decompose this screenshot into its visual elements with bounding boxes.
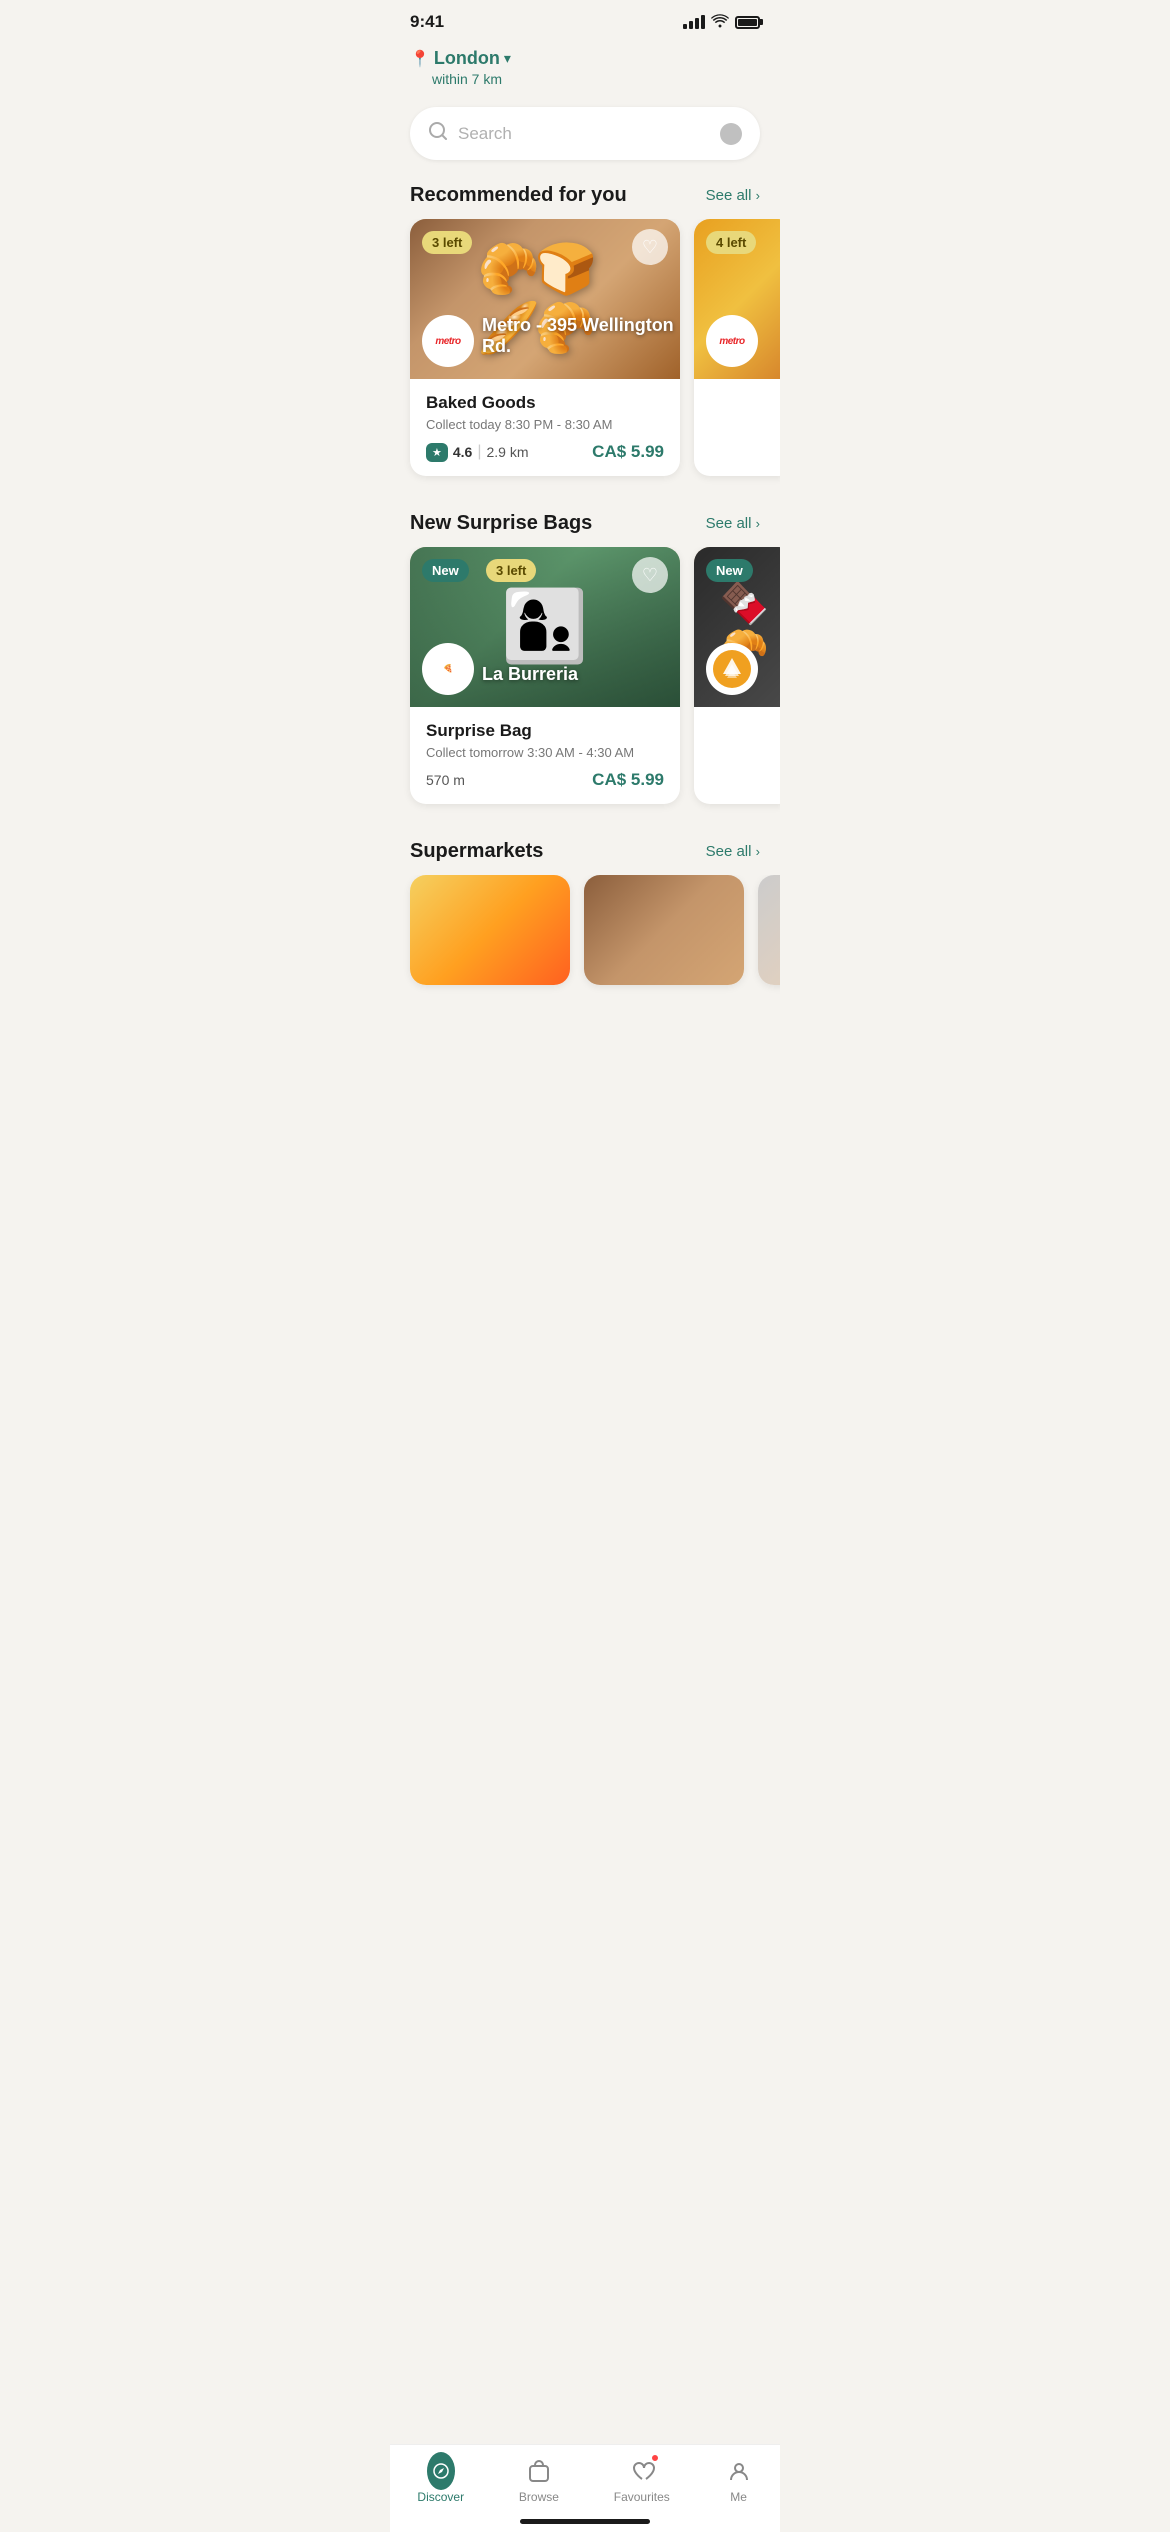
collect-time: Collect today 8:30 PM - 8:30 AM [426,417,664,432]
supermarket-image-1 [410,875,570,985]
status-time: 9:41 [410,12,444,32]
search-container: Search [390,99,780,176]
favourite-button[interactable]: ♡ [632,229,668,265]
battery-icon [735,16,760,29]
chevron-down-icon[interactable]: ▾ [504,50,511,67]
burreria-image: 👩‍👦 New 3 left ♡ 🍕 La Burreria [410,547,680,707]
new-badge-2: New [706,559,753,582]
nav-favourites[interactable]: Favourites [614,2457,670,2504]
rating-score: 4.6 [453,444,472,460]
discover-label: Discover [417,2490,464,2504]
item-title: Baked Goods [426,393,664,413]
metro-logo: metro [435,336,460,347]
items-left-badge: 3 left [422,231,472,254]
home-indicator [520,2519,650,2524]
microphone-icon[interactable] [720,123,742,145]
favourite-button-2[interactable]: ♡ [632,557,668,593]
supermarkets-section-header: Supermarkets See all › [390,832,780,875]
location-header: 📍 London ▾ within 7 km [390,40,780,99]
price: CA$ 5.99 [592,442,664,462]
me-label: Me [730,2490,747,2504]
nav-browse[interactable]: Browse [519,2457,559,2504]
search-bar[interactable]: Search [410,107,760,160]
location-city[interactable]: London [434,48,500,69]
pastel-image: New [694,547,780,707]
pastel-logo-inner [713,650,751,688]
items-left-badge-3: 3 left [486,559,536,582]
divider: | [477,443,481,461]
card-body-1: Baked Goods Collect today 8:30 PM - 8:30… [410,379,680,476]
me-icon-wrap [725,2457,753,2485]
supermarket-image-3 [758,875,780,985]
nav-me[interactable]: Me [725,2457,753,2504]
recommended-see-all[interactable]: See all › [706,187,760,204]
burreria-collect-time: Collect tomorrow 3:30 AM - 4:30 AM [426,745,664,760]
search-placeholder: Search [458,124,710,144]
recommended-cards-scroll: 3 left ♡ metro Metro - 395 Wellington Rd… [390,219,780,496]
recommended-section-header: Recommended for you See all › [390,176,780,219]
search-icon [428,121,448,146]
supermarket-card-3[interactable] [758,875,780,985]
supermarket-card-2[interactable] [584,875,744,985]
burreria-distance: 570 m [426,772,465,788]
card-image-2: 4 left metro [694,219,780,379]
chevron-right-icon-2: › [756,516,760,531]
supermarket-card-1[interactable] [410,875,570,985]
wifi-icon [711,14,729,31]
burreria-card-body: Surprise Bag Collect tomorrow 3:30 AM - … [410,707,680,804]
signal-icon [683,15,705,29]
rating-row: ★ 4.6 | 2.9 km [426,443,529,462]
discover-icon-wrap [427,2457,455,2485]
distance: 2.9 km [487,444,529,460]
favourites-icon-wrap [628,2457,656,2485]
chevron-right-icon: › [756,188,760,203]
status-icons [683,14,760,31]
status-bar: 9:41 [390,0,780,40]
notification-badge [650,2453,660,2463]
recommended-card-2[interactable]: 4 left metro [694,219,780,476]
burreria-price: CA$ 5.99 [592,770,664,790]
new-badge: New [422,559,469,582]
heart-icon [629,2458,655,2484]
store-logo-2: metro [706,315,758,367]
new-bags-section-header: New Surprise Bags See all › [390,504,780,547]
store-logo: metro [422,315,474,367]
browse-icon-wrap [525,2457,553,2485]
items-left-badge-2: 4 left [706,231,756,254]
compass-icon [427,2452,455,2490]
card-image-1: 3 left ♡ metro Metro - 395 Wellington Rd… [410,219,680,379]
favourites-label: Favourites [614,2490,670,2504]
supermarkets-scroll [390,875,780,1005]
burreria-logo: 🍕 [422,643,474,695]
new-bags-see-all[interactable]: See all › [706,515,760,532]
supermarket-image-2 [584,875,744,985]
metro-logo-2: metro [719,336,744,347]
new-bags-title: New Surprise Bags [410,512,592,535]
location-pin-icon: 📍 [410,49,430,69]
new-bags-scroll: 👩‍👦 New 3 left ♡ 🍕 La Burreria Surprise … [390,547,780,824]
new-bag-card-2[interactable]: New [694,547,780,804]
burreria-logo-text: 🍕 [443,664,453,674]
supermarkets-title: Supermarkets [410,840,543,863]
star-rating-badge: ★ [426,443,448,462]
bag-icon [526,2458,552,2484]
star-icon: ★ [432,446,442,459]
burreria-store-name: La Burreria [482,664,578,685]
browse-label: Browse [519,2490,559,2504]
nav-discover[interactable]: Discover [417,2457,464,2504]
card-footer: ★ 4.6 | 2.9 km CA$ 5.99 [426,442,664,462]
location-range: within 7 km [410,71,760,87]
store-name-overlay: Metro - 395 Wellington Rd. [482,315,680,357]
recommended-card-1[interactable]: 3 left ♡ metro Metro - 395 Wellington Rd… [410,219,680,476]
person-icon [726,2458,752,2484]
pastel-logo [706,643,758,695]
chevron-right-icon-3: › [756,844,760,859]
burreria-item-title: Surprise Bag [426,721,664,741]
supermarkets-see-all[interactable]: See all › [706,843,760,860]
recommended-title: Recommended for you [410,184,627,207]
burreria-footer: 570 m CA$ 5.99 [426,770,664,790]
new-bag-card-1[interactable]: 👩‍👦 New 3 left ♡ 🍕 La Burreria Surprise … [410,547,680,804]
